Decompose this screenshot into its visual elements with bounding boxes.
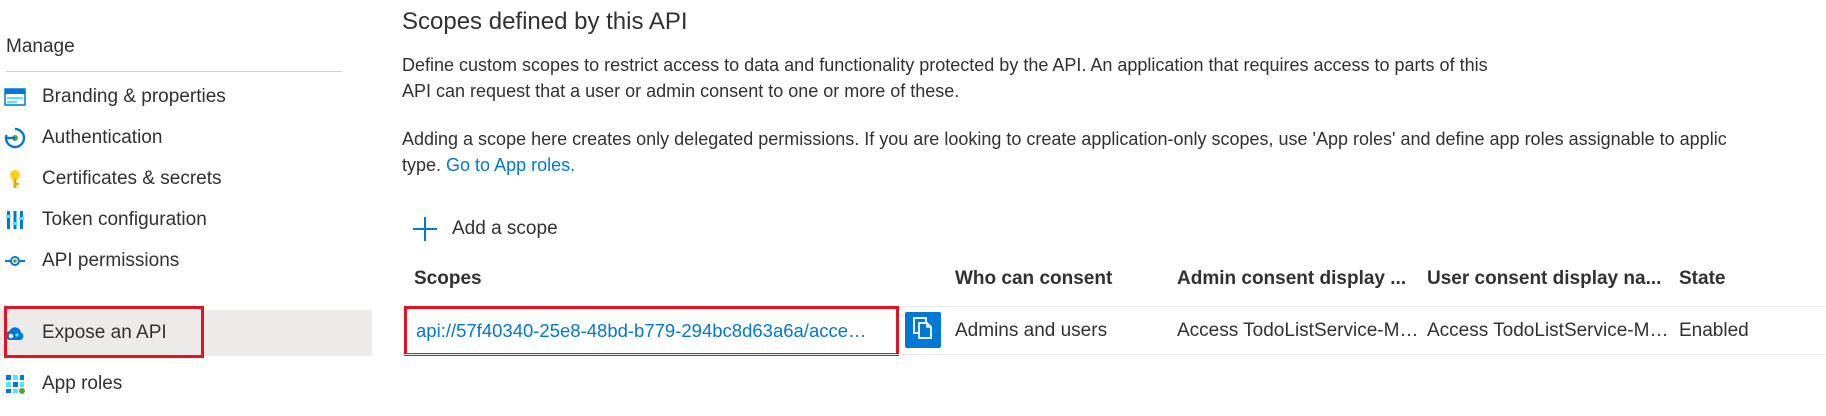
page-title: Scopes defined by this API <box>402 8 688 35</box>
description-line-2: API can request that a user or admin con… <box>402 81 960 101</box>
column-header-who-can-consent[interactable]: Who can consent <box>955 268 1112 290</box>
note-line-2-text: type. <box>402 155 442 175</box>
main-content: Scopes defined by this API Define custom… <box>402 0 1826 416</box>
state-cell: Enabled <box>1679 320 1749 341</box>
sidebar-item-label: Authentication <box>42 127 163 148</box>
add-scope-button[interactable]: Add a scope <box>412 214 558 244</box>
authentication-icon <box>4 127 26 149</box>
who-can-consent-cell: Admins and users <box>955 320 1108 341</box>
sidebar-item-token-configuration[interactable]: Token configuration <box>0 197 372 243</box>
divider <box>6 71 342 72</box>
column-header-admin-consent[interactable]: Admin consent display ... <box>1177 268 1406 290</box>
go-to-app-roles-link[interactable]: Go to App roles. <box>446 155 575 175</box>
sidebar-item-label: Expose an API <box>42 322 167 343</box>
sidebar-item-certificates[interactable]: Certificates & secrets <box>0 156 372 202</box>
sidebar-item-expose-an-api[interactable]: Expose an API <box>0 310 372 356</box>
sidebar-item-app-roles[interactable]: App roles <box>0 361 372 407</box>
app-roles-icon <box>4 373 26 395</box>
note-line-1: Adding a scope here creates only delegat… <box>402 129 1727 149</box>
sidebar-item-authentication[interactable]: Authentication <box>0 115 372 161</box>
copy-button[interactable] <box>905 312 941 348</box>
user-consent-cell: Access TodoListService-M… <box>1427 320 1669 341</box>
sidebar-item-label: Token configuration <box>42 209 207 230</box>
note-line-2: type. Go to App roles. <box>402 152 575 178</box>
description-line-1: Define custom scopes to restrict access … <box>402 55 1488 75</box>
column-header-scopes[interactable]: Scopes <box>414 268 482 290</box>
manage-section-title: Manage <box>6 36 75 57</box>
cloud-icon <box>4 322 26 344</box>
sidebar-item-api-permissions[interactable]: API permissions <box>0 238 372 284</box>
branding-icon <box>4 86 26 108</box>
sidebar-item-label: App roles <box>42 373 123 394</box>
sidebar-item-label: API permissions <box>42 250 180 271</box>
admin-consent-cell: Access TodoListService-M… <box>1177 320 1419 341</box>
plus-icon <box>412 216 438 242</box>
sidebar-item-label: Branding & properties <box>42 86 226 107</box>
divider <box>402 354 1826 355</box>
copy-icon <box>912 316 934 345</box>
column-header-state[interactable]: State <box>1679 268 1725 290</box>
key-icon <box>4 168 26 190</box>
sidebar: Manage Branding & properties Authenticat… <box>0 0 372 416</box>
column-header-user-consent[interactable]: User consent display na... <box>1427 268 1661 290</box>
sidebar-item-label: Certificates & secrets <box>42 168 222 189</box>
token-icon <box>4 209 26 231</box>
add-scope-label: Add a scope <box>452 218 558 239</box>
sidebar-item-branding[interactable]: Branding & properties <box>0 74 372 120</box>
scope-link[interactable]: api://57f40340-25e8-48bd-b779-294bc8d63a… <box>416 320 892 342</box>
api-permissions-icon <box>4 250 26 272</box>
